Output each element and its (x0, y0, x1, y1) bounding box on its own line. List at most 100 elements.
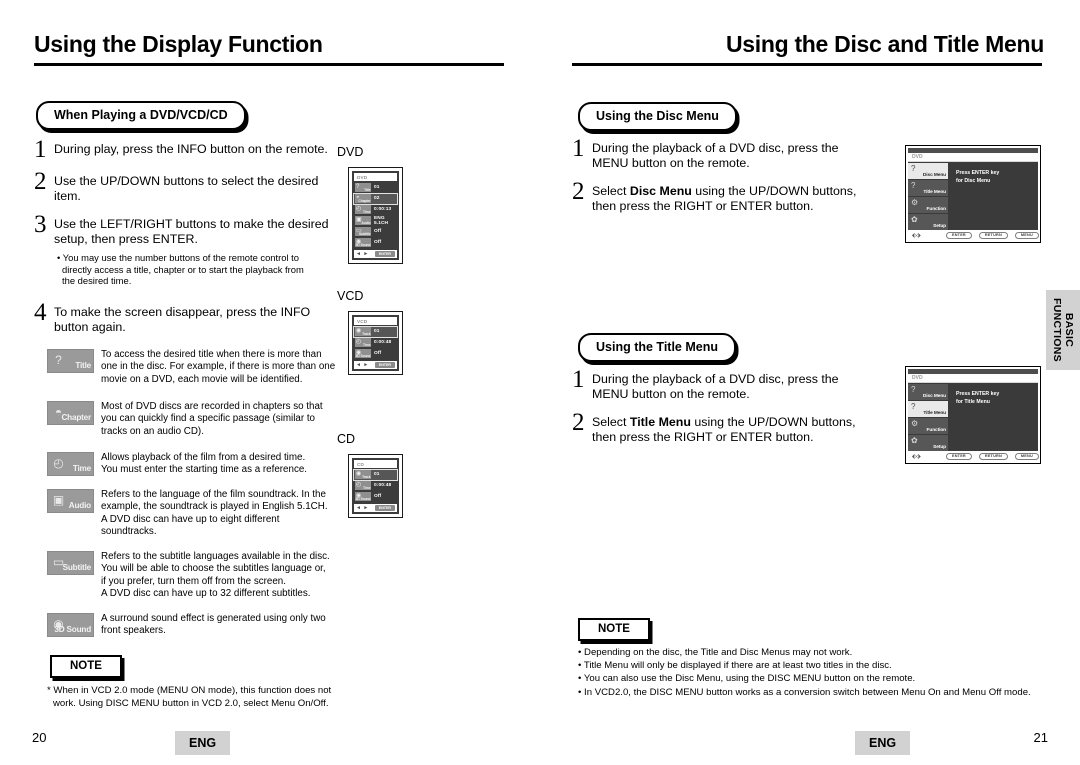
step-text: Use the UP/DOWN buttons to select the de… (54, 174, 319, 204)
tv-message-line: for Disc Menu (956, 177, 991, 184)
enter-button[interactable]: ENTER (946, 452, 972, 460)
icon-label: Subtitle (62, 563, 92, 572)
icon-label: Time (72, 464, 91, 473)
enter-button[interactable]: ENTER (374, 361, 395, 368)
glossary-row-chapter: ◓ Chapter Most of DVD discs are recorded… (47, 401, 337, 438)
title-underline-right (572, 63, 1042, 66)
osd-row-title[interactable]: ? Title 01 (354, 183, 397, 193)
step-3-bullets: • You may use the number buttons of the … (57, 252, 304, 287)
note-line: • In VCD2.0, the DISC MENU button works … (578, 686, 1031, 698)
tv-item-setup[interactable]: ✿ Setup (908, 214, 948, 230)
osd-row-3d-sound[interactable]: ◉ 3D Sound Off (354, 492, 397, 502)
osd-value: Off (374, 229, 382, 234)
time-glyph: ◴ (356, 481, 362, 488)
tv-item-title-menu[interactable]: ? Title Menu (908, 180, 948, 196)
language-badge-right: ENG (855, 731, 911, 755)
enter-button[interactable]: ENTER (374, 250, 395, 257)
side-tab-basic-functions: BASIC FUNCTIONS (1046, 290, 1080, 370)
enter-button[interactable]: ENTER (374, 504, 395, 511)
tv-item-disc-menu[interactable]: ? Disc Menu (908, 163, 948, 179)
tv-item-function[interactable]: ⚙ Function (908, 197, 948, 213)
menu-button[interactable]: MENU (1014, 231, 1039, 239)
enter-button[interactable]: ENTER (946, 231, 972, 239)
dpad-icon: ⬖⬗ (912, 232, 921, 239)
tv-body: ? Disc Menu ? Title Menu ⚙ Function ✿ Se… (908, 162, 1038, 230)
chapter-icon: ◓ Chapter (355, 194, 371, 203)
step-text-before: Select (592, 415, 630, 429)
osd-header: VCD (354, 317, 397, 325)
osd-row-time[interactable]: ◴ Time 0:00:13 (354, 205, 397, 215)
tv-item-title-menu[interactable]: ? Title Menu (908, 401, 948, 417)
3d-sound-icon: ◉ 3D Sound (47, 613, 94, 637)
osd-panel-dvd: DVD ? Title 01 ◓ Chapter 02 ◴ Time 0:00:… (348, 167, 403, 264)
icon-label: Audio (361, 220, 371, 225)
osd-row-3d-sound[interactable]: ◉ 3D Sound Off (354, 349, 397, 359)
glossary-text: Allows playback of the film from a desir… (101, 452, 307, 477)
bullet-line: the desired time. (62, 275, 132, 287)
return-button[interactable]: RETURN (978, 452, 1008, 460)
tv-item-label: Function (926, 207, 947, 212)
step-4: 4 To make the screen disappear, press th… (34, 300, 334, 336)
osd-value: 0:00:48 (374, 483, 392, 488)
tv-sidebar: ? Disc Menu ? Title Menu ⚙ Function ✿ Se… (908, 383, 948, 451)
osd-value: 01 (374, 329, 380, 334)
osd-row-track[interactable]: ◉ Track 01 (353, 325, 398, 338)
tv-footer: ⬖⬗ ENTER RETURN MENU (908, 451, 1039, 461)
disc-menu-icon: ? (911, 164, 916, 173)
osd-row-3d-sound[interactable]: ◉ 3D Sound Off (354, 238, 397, 248)
step-number: 2 (572, 178, 585, 205)
title-glyph: ? (55, 353, 62, 367)
step-text-emphasis: Disc Menu (629, 184, 692, 198)
osd-inner: DVD ? Title 01 ◓ Chapter 02 ◴ Time 0:00:… (352, 171, 399, 260)
osd-row-subtitle[interactable]: ▭ Subtitle Off (354, 227, 397, 237)
glossary-line: A DVD disc can have up to 32 different s… (101, 588, 311, 600)
title-step-1: 1 During the playback of a DVD disc, pre… (572, 367, 872, 403)
osd-row-chapter[interactable]: ◓ Chapter 02 (353, 192, 398, 205)
osd-inner: VCD ◉ Track 01 ◴ Time 0:00:48 ◉ 3D Sound (352, 315, 399, 371)
glossary-line: one in the disc. For example, if there i… (101, 361, 336, 373)
time-icon: ◴ Time (47, 452, 94, 476)
disc-step-2: 2 Select Disc Menu using the UP/DOWN but… (572, 178, 872, 215)
tv-footer: ⬖⬗ ENTER RETURN MENU (908, 230, 1039, 240)
osd-row-track[interactable]: ◉ Track 01 (353, 468, 398, 481)
track-glyph: ◉ (356, 327, 362, 334)
note-list-right: • Depending on the disc, the Title and D… (578, 646, 1031, 699)
icon-label: Subtitle (358, 231, 371, 236)
note-line: • You can also use the Disc Menu, using … (578, 673, 916, 685)
menu-button[interactable]: MENU (1014, 452, 1039, 460)
osd-header: DVD (354, 173, 397, 181)
glossary-line: To access the desired title when there i… (101, 349, 322, 360)
step-2: 2 Use the UP/DOWN buttons to select the … (34, 169, 334, 205)
audio-icon: ▣ Audio (355, 216, 371, 225)
osd-row-time[interactable]: ◴ Time 0:00:48 (354, 481, 397, 491)
function-icon: ⚙ (911, 198, 919, 207)
glossary-line: Refers to the language of the film sound… (101, 489, 326, 500)
section-pill-disc-menu: Using the Disc Menu (578, 102, 737, 131)
glossary-line: tracks on an audio CD). (101, 425, 204, 437)
tv-item-function[interactable]: ⚙ Function (908, 418, 948, 434)
glossary-line: if you prefer, turn them off from the sc… (101, 575, 286, 587)
step-number: 1 (572, 135, 585, 162)
step-text: Use the LEFT/RIGHT buttons to make the d… (54, 217, 329, 247)
note-list-left: * When in VCD 2.0 mode (MENU ON mode), t… (47, 684, 331, 710)
osd-inner: CD ◉ Track 01 ◴ Time 0:00:48 ◉ 3D Sound (352, 458, 399, 514)
tv-item-disc-menu[interactable]: ? Disc Menu (908, 384, 948, 400)
title-icon: ? Title (355, 183, 371, 192)
glossary-text: Refers to the subtitle languages availab… (101, 551, 330, 601)
section-pill-title-menu: Using the Title Menu (578, 333, 736, 362)
disc-menu-icon: ? (911, 385, 916, 394)
title-menu-icon: ? (911, 181, 916, 190)
osd-row-audio[interactable]: ▣ Audio ENG 5.1CH (354, 216, 397, 226)
disc-step-1: 1 During the playback of a DVD disc, pre… (572, 135, 872, 172)
osd-row-time[interactable]: ◴ Time 0:00:48 (354, 338, 397, 348)
osd-footer: ◄ ► ENTER (354, 360, 397, 369)
tv-item-setup[interactable]: ✿ Setup (908, 435, 948, 451)
step-text: During the playback of a DVD disc, press… (592, 141, 839, 171)
icon-label: Title (75, 361, 91, 370)
glossary-line: front speakers. (101, 625, 166, 637)
icon-label: Track (362, 474, 371, 479)
tv-screen-title-menu: DVD ? Disc Menu ? Title Menu ⚙ Function … (905, 366, 1041, 464)
return-button[interactable]: RETURN (978, 231, 1008, 239)
dpad-icon: ◄ ► (356, 250, 369, 257)
glossary-line: you can quickly find a specific passage … (101, 413, 315, 425)
